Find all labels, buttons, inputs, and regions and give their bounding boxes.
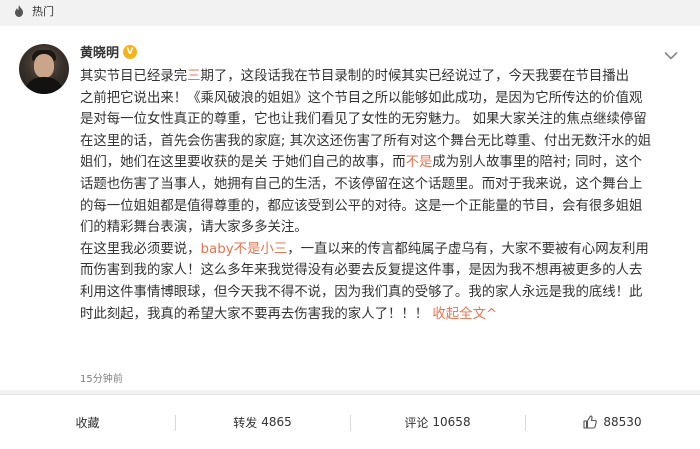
- like-count: 88530: [603, 415, 642, 429]
- post-text-line: 之前把它说出来！《乘风破浪的姐姐》这个节目之所以能够如此成功，是因为它所传达的价…: [80, 88, 690, 110]
- post-text-line: 时此刻起，我真的希望大家不要再去伤害我的家人了！！！ 收起全文^: [80, 304, 690, 326]
- post-text-line: 们的精彩舞台表演，请大家多多关注。: [80, 217, 690, 239]
- text-segment: ，一直以来的传言都纯属子虚乌有，大家不要被有心网友利用: [287, 241, 649, 257]
- post-text-line: 在这里的话，首先会伤害我的家庭; 其次这还伤害了所有对这个舞台无比尊重、付出无数…: [80, 131, 690, 153]
- text-segment: 其实节目已经录完: [80, 69, 188, 84]
- action-bar: 收藏 转发 4865 评论 10658 88530: [0, 394, 700, 449]
- hot-label: 热门: [32, 5, 54, 18]
- post-text-line: 其实节目已经录完三期了，这段话我在节目录制的时候其实已经说过了，今天我要在节目播…: [80, 66, 690, 88]
- text-segment: 在这里的话，首先会伤害我的家庭; 其次这还伤害了所有对这个舞台无比尊重、付出无数…: [80, 133, 652, 149]
- text-segment: 姐们，她们在这里要收获的是关 于她们自己的故事，而: [80, 155, 406, 171]
- user-header: 黄晓明 V: [80, 42, 138, 61]
- collapse-arrow-icon[interactable]: ^: [486, 307, 497, 322]
- avatar[interactable]: [19, 44, 69, 94]
- post-text-line: 的每一位姐姐都是值得尊重的，都应该受到公平的对待。这是一个正能量的节目，会有很多…: [80, 196, 690, 218]
- like-button[interactable]: 88530: [525, 395, 700, 449]
- favorite-button[interactable]: 收藏: [0, 395, 175, 449]
- post-text-line: 利用这件事情博眼球，但今天我不得不说，因为我们真的受够了。我的家人永远是我的底线…: [80, 282, 690, 304]
- text-segment: 而伤害到我的家人！这么多年来我觉得没有必要去反复提这件事，是因为我不想再被更多的…: [80, 263, 643, 279]
- text-segment: 时此刻起，我真的希望大家不要再去伤害我的家人了！！！: [80, 306, 433, 322]
- repost-button[interactable]: 转发 4865: [175, 395, 350, 449]
- weibo-post-card: 黄晓明 V 其实节目已经录完三期了，这段话我在节目录制的时候其实已经说过了，今天…: [0, 26, 700, 390]
- highlighted-text: 不是: [405, 155, 433, 171]
- flame-icon: [14, 5, 24, 17]
- text-segment: 们的精彩舞台表演，请大家多多关注。: [80, 220, 308, 236]
- post-text-line: 姐们，她们在这里要收获的是关 于她们自己的故事，而不是成为别人故事里的陪衬; 同…: [80, 152, 690, 174]
- post-text-line: 而伤害到我的家人！这么多年来我觉得没有必要去反复提这件事，是因为我不想再被更多的…: [80, 260, 690, 282]
- favorite-label: 收藏: [75, 415, 100, 430]
- post-text: 其实节目已经录完三期了，这段话我在节目录制的时候其实已经说过了，今天我要在节目播…: [80, 66, 690, 325]
- post-text-line: 话题也伤害了当事人，她拥有自己的生活，不该停留在这个话题里。而对于我来说，这个舞…: [80, 174, 690, 196]
- highlighted-text: baby不是小三: [200, 241, 288, 257]
- post-text-line: 在这里我必须要说，baby不是小三，一直以来的传言都纯属子虚乌有，大家不要被有心…: [80, 239, 690, 261]
- comment-count: 10658: [432, 415, 471, 429]
- text-segment: 成为别人故事里的陪衬; 同时，这个: [432, 155, 643, 171]
- repost-label: 转发: [233, 415, 258, 430]
- text-segment: 是对每一位女性真正的尊重，它也让我们看见了女性的无穷魅力。 如果大家关注的焦点继…: [80, 112, 647, 128]
- highlighted-text: 三: [187, 69, 201, 84]
- text-segment: 在这里我必须要说，: [80, 241, 201, 257]
- text-segment: 话题也伤害了当事人，她拥有自己的生活，不该停留在这个话题里。而对于我来说，这个舞…: [80, 176, 643, 192]
- text-segment: 之前把它说出来！《乘风破浪的姐姐》这个节目之所以能够如此成功，是因为它所传达的价…: [80, 90, 643, 106]
- chevron-down-icon[interactable]: [664, 46, 678, 60]
- collapse-text-link[interactable]: 收起全文: [432, 307, 486, 322]
- post-text-line: 是对每一位女性真正的尊重，它也让我们看见了女性的无穷魅力。 如果大家关注的焦点继…: [80, 109, 690, 131]
- verified-badge-icon: V: [123, 44, 138, 59]
- post-timestamp: 15分钟前: [80, 374, 123, 385]
- top-bar: 热门: [0, 0, 700, 22]
- comment-label: 评论: [404, 415, 429, 430]
- text-segment: 期了，这段话我在节目录制的时候其实已经说过了，今天我要在节目播出: [200, 69, 630, 84]
- comment-button[interactable]: 评论 10658: [350, 395, 525, 449]
- repost-count: 4865: [261, 415, 292, 429]
- text-segment: 利用这件事情博眼球，但今天我不得不说，因为我们真的受够了。我的家人永远是我的底线…: [80, 284, 643, 300]
- text-segment: 的每一位姐姐都是值得尊重的，都应该受到公平的对待。这是一个正能量的节目，会有很多…: [80, 198, 643, 214]
- username[interactable]: 黄晓明: [80, 42, 119, 61]
- thumbs-up-icon: [583, 415, 598, 429]
